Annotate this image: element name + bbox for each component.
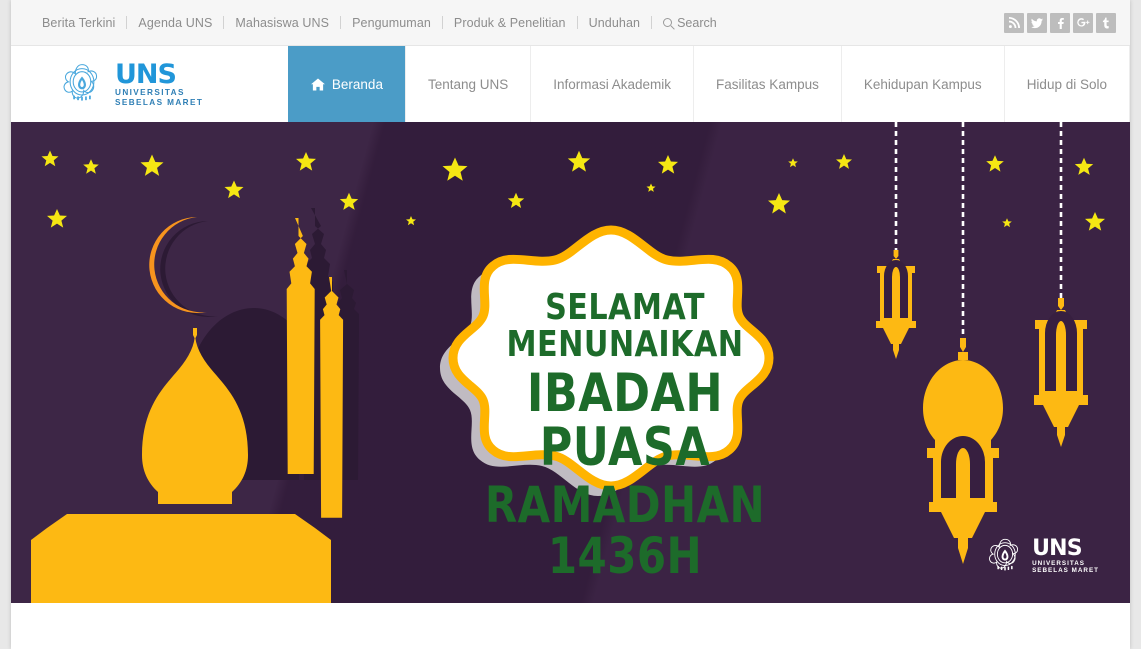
logo-acronym: UNS [115,59,177,91]
utility-topbar: Berita Terkini Agenda UNS Mahasiswa UNS … [11,0,1130,46]
topbar-link-mahasiswa-uns[interactable]: Mahasiswa UNS [224,16,340,30]
logo-text: UNS UNIVERSITAS SEBELAS MARET [115,61,203,106]
search-button[interactable]: Search [652,16,728,30]
tumblr-icon[interactable] [1096,12,1116,33]
topbar-link-agenda-uns[interactable]: Agenda UNS [127,16,223,30]
banner-greeting-text: SELAMAT MENUNAIKAN IBADAH PUASA RAMADHAN… [439,287,812,585]
twitter-icon[interactable] [1027,12,1047,33]
page-container: Berita Terkini Agenda UNS Mahasiswa UNS … [11,0,1130,649]
hero-banner[interactable]: SELAMAT MENUNAIKAN IBADAH PUASA RAMADHAN… [11,122,1130,603]
nav-item-hidup-di-solo[interactable]: Hidup di Solo [1003,46,1130,122]
search-label: Search [677,15,717,30]
nav-item-tentang-uns[interactable]: Tentang UNS [404,46,530,122]
topbar-links: Berita Terkini Agenda UNS Mahasiswa UNS … [42,0,728,46]
nav-item-kehidupan-kampus[interactable]: Kehidupan Kampus [840,46,1004,122]
topbar-link-produk-penelitian[interactable]: Produk & Penelitian [443,16,577,30]
main-navigation: Beranda Tentang UNS Informasi Akademik F… [287,46,1130,122]
nav-item-informasi-akademik[interactable]: Informasi Akademik [530,46,693,122]
nav-label-informasi-akademik: Informasi Akademik [553,76,672,92]
main-content-area [11,603,1130,649]
banner-logo-acronym: UNS [1032,535,1083,561]
social-links [1004,12,1116,33]
banner-line-3: RAMADHAN 1436H [484,475,766,585]
banner-line-2: IBADAH PUASA [526,363,724,479]
google-plus-icon[interactable] [1073,12,1093,33]
nav-label-tentang-uns: Tentang UNS [427,76,509,92]
nav-item-beranda[interactable]: Beranda [287,46,405,122]
facebook-icon[interactable] [1050,12,1070,33]
home-icon [310,78,325,91]
banner-logo-text: UNS UNIVERSITAS SEBELAS MARET [1032,535,1099,575]
banner-line-1: SELAMAT MENUNAIKAN [506,287,744,365]
nav-label-fasilitas-kampus: Fasilitas Kampus [716,76,819,92]
uns-emblem-icon [989,538,1019,571]
topbar-link-unduhan[interactable]: Unduhan [578,16,651,30]
topbar-link-berita-terkini[interactable]: Berita Terkini [42,16,126,30]
site-header: UNS UNIVERSITAS SEBELAS MARET Beranda Te… [11,46,1130,122]
search-icon [663,18,673,27]
site-logo[interactable]: UNS UNIVERSITAS SEBELAS MARET [11,46,288,122]
uns-emblem-icon [63,64,98,101]
nav-item-fasilitas-kampus[interactable]: Fasilitas Kampus [693,46,841,122]
rss-icon[interactable] [1004,12,1024,33]
nav-label-hidup-di-solo: Hidup di Solo [1026,76,1107,92]
logo-line-1: UNIVERSITAS [115,88,185,98]
banner-logo-line-2: SEBELAS MARET [1032,567,1099,574]
nav-label-kehidupan-kampus: Kehidupan Kampus [863,76,982,92]
nav-label-beranda: Beranda [331,76,383,92]
logo-line-2: SEBELAS MARET [115,97,204,107]
banner-uns-logo: UNS UNIVERSITAS SEBELAS MARET [986,537,1099,575]
topbar-link-pengumuman[interactable]: Pengumuman [341,16,442,30]
